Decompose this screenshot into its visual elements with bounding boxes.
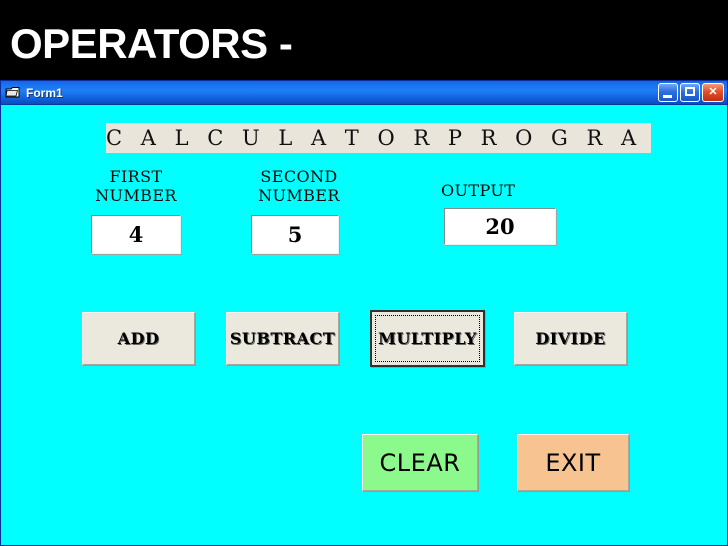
form-client-area: C A L C U L A T O R P R O G R A M FIRST … [1, 105, 727, 545]
window-controls: ✕ [658, 83, 724, 102]
multiply-button-label: MULTIPLY [378, 329, 477, 348]
screenshot-root: OPERATORS - Form1 ✕ C A L C U L A T O R … [0, 0, 728, 546]
divide-button[interactable]: DIVIDE [514, 312, 627, 365]
label-output: OUTPUT [441, 181, 516, 200]
application-window: Form1 ✕ C A L C U L A T O R P R O G R A … [0, 80, 728, 546]
output-input[interactable]: 20 [444, 208, 556, 245]
add-button[interactable]: ADD [82, 312, 195, 365]
label-first-number: FIRST NUMBER [95, 167, 177, 205]
window-titlebar[interactable]: Form1 ✕ [1, 81, 727, 105]
close-icon: ✕ [708, 86, 718, 98]
minimize-icon [663, 95, 672, 98]
close-button[interactable]: ✕ [702, 83, 724, 102]
minimize-button[interactable] [658, 83, 678, 102]
label-second-number: SECOND NUMBER [258, 167, 340, 205]
form-header-label: C A L C U L A T O R P R O G R A M [106, 123, 651, 153]
subtract-button[interactable]: SUBTRACT [226, 312, 339, 365]
slide-title: OPERATORS - [10, 20, 293, 67]
exit-button[interactable]: EXIT [517, 434, 629, 491]
window-title: Form1 [26, 85, 63, 100]
vb-form-icon [5, 86, 21, 100]
clear-button[interactable]: CLEAR [362, 434, 478, 491]
slide-banner: OPERATORS - [0, 0, 728, 80]
multiply-button[interactable]: MULTIPLY [370, 310, 485, 367]
maximize-button[interactable] [680, 83, 700, 102]
maximize-icon [685, 87, 695, 96]
second-number-input[interactable]: 5 [251, 215, 339, 254]
first-number-input[interactable]: 4 [91, 215, 181, 254]
